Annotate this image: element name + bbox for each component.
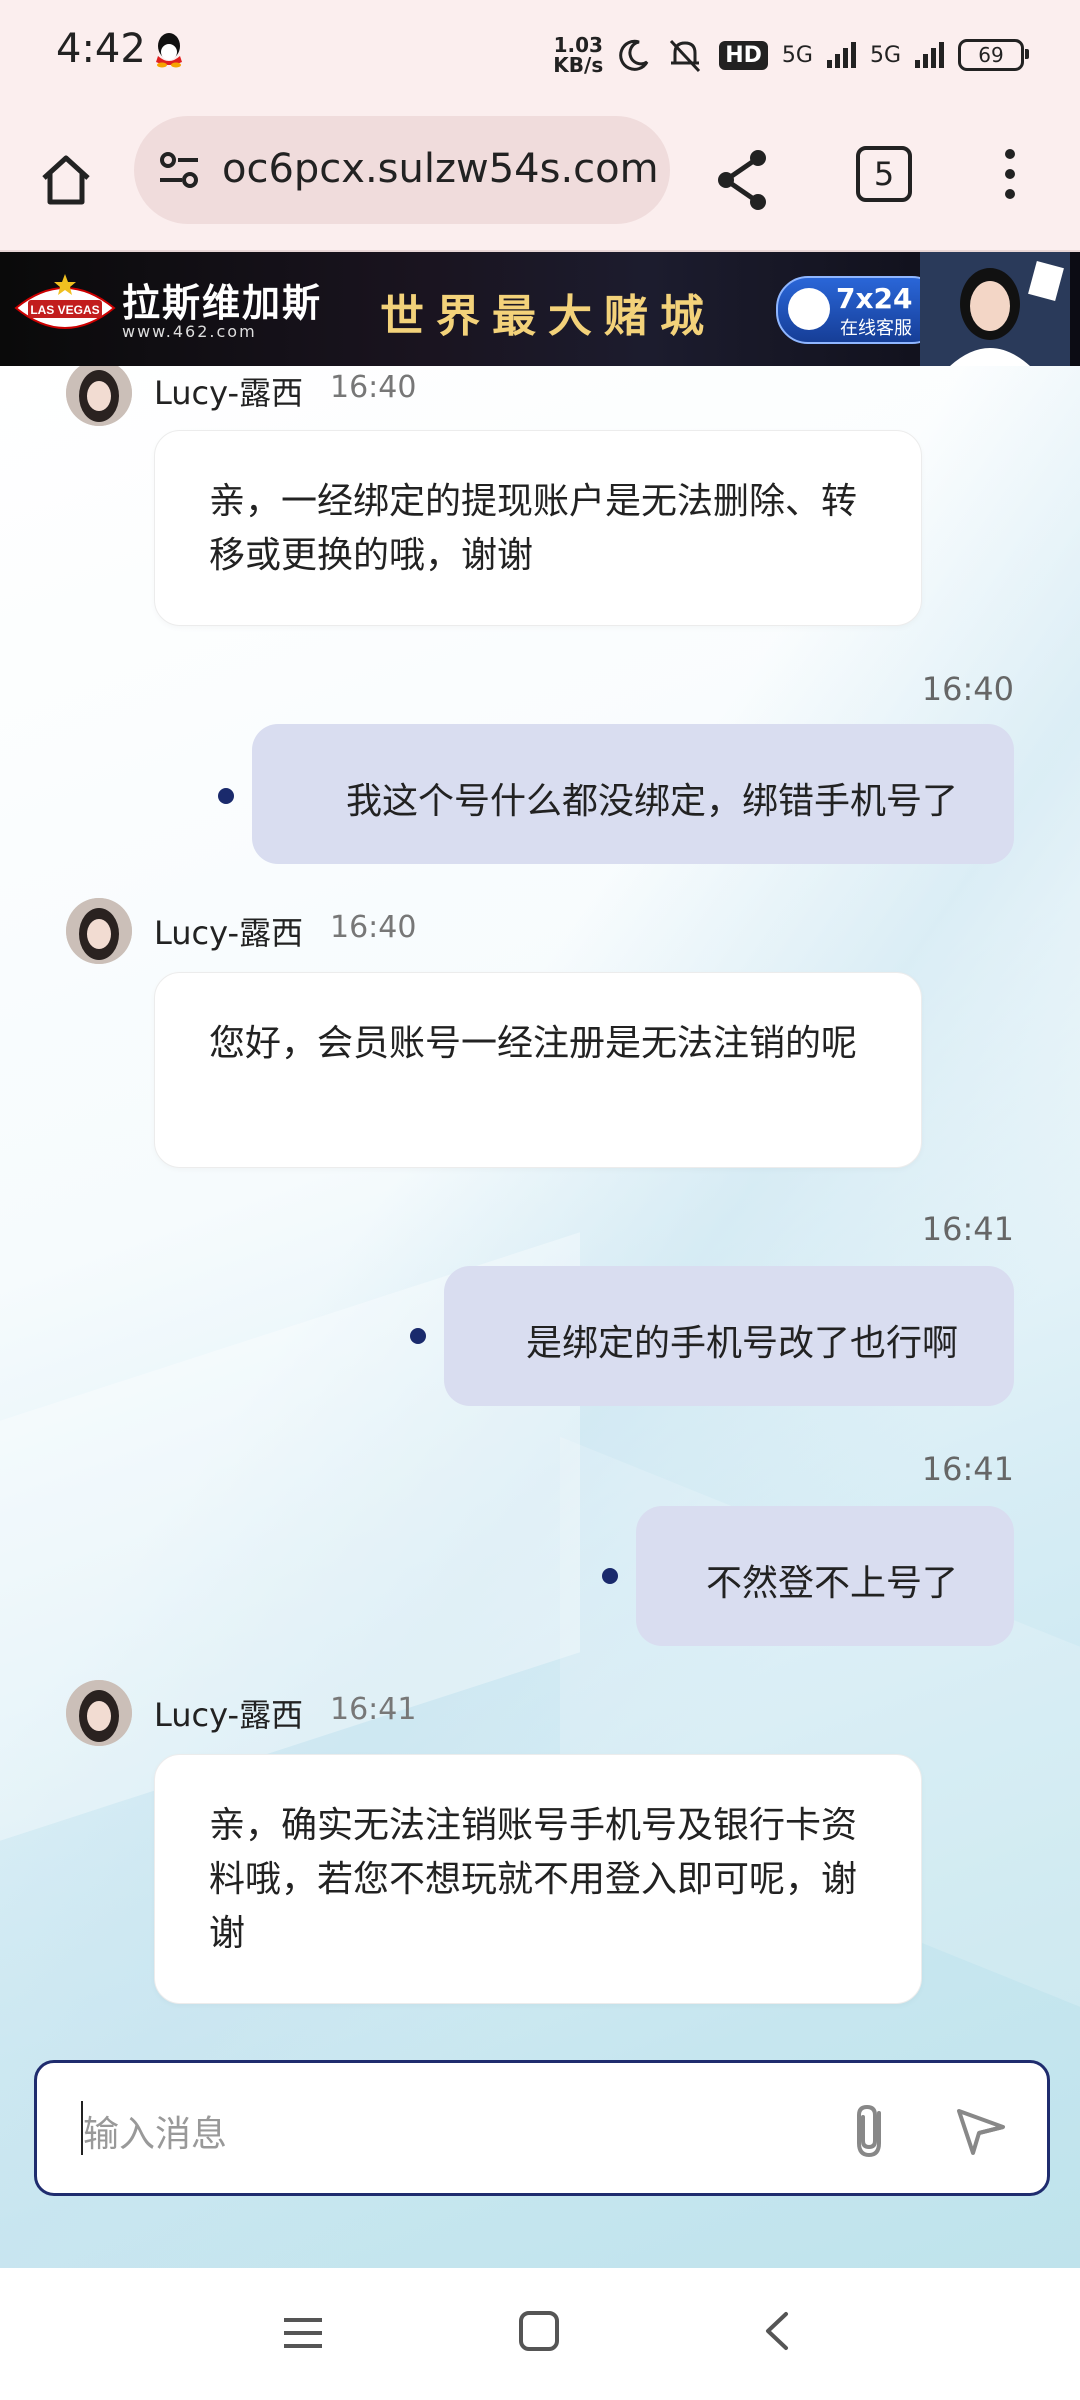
user-message-bubble: 是绑定的手机号改了也行啊 [444,1266,1014,1406]
back-icon[interactable] [756,2310,798,2352]
hd-badge: HD [719,40,768,70]
mute-bell-icon [670,39,701,73]
battery-indicator: 69 [958,39,1029,71]
status-time: 4:42 [56,26,146,72]
agent-name: Lucy-露西 [154,1696,304,1734]
signal-icon-2 [915,42,944,68]
recent-apps-icon[interactable] [282,2312,324,2354]
message-text: 您好，会员账号一经注册是无法注销的呢 [209,1023,858,1064]
message-time: 16:41 [330,1692,417,1727]
message-time: 16:40 [330,370,417,405]
agent-avatar[interactable] [66,1680,132,1746]
banner-site: www.462.com [122,322,257,341]
message-text: 亲，一经绑定的提现账户是无法删除、转移或更换的哦，谢谢 [209,481,858,576]
agent-name: Lucy-露西 [154,914,304,952]
sim1-label: 5G [781,42,813,68]
read-status-dot [410,1328,426,1344]
message-text: 我这个号什么都没绑定，绑错手机号了 [345,781,958,822]
more-options-icon[interactable] [1000,144,1020,204]
system-nav-bar [0,2268,1080,2400]
message-text: 亲，确实无法注销账号手机号及银行卡资料哦，若您不想玩就不用登入即可呢，谢谢 [209,1805,858,1954]
user-message-bubble: 我这个号什么都没绑定，绑错手机号了 [252,724,1014,864]
qq-notification-icon [156,33,182,68]
chat-area[interactable]: Lucy-露西 16:40 亲，一经绑定的提现账户是无法删除、转移或更换的哦，谢… [0,366,1080,2268]
agent-message-bubble: 亲，一经绑定的提现账户是无法删除、转移或更换的哦，谢谢 [154,430,922,626]
agent-avatar[interactable] [66,366,132,426]
attachment-icon[interactable] [845,2099,897,2161]
share-icon[interactable] [712,140,772,220]
message-text: 不然登不上号了 [705,1563,958,1604]
address-bar[interactable]: oc6pcx.sulzw54s.com [134,116,670,224]
online-service-badge: 7x24 在线客服 [776,276,944,344]
agent-avatar[interactable] [66,898,132,964]
headset-icon [788,288,830,330]
agent-message-bubble: 您好，会员账号一经注册是无法注销的呢 [154,972,922,1168]
network-speed: 1.03 KB/s [553,33,604,77]
agent-message-bubble: 亲，确实无法注销账号手机号及银行卡资料哦，若您不想玩就不用登入即可呢，谢谢 [154,1754,922,2004]
status-bar: 4:42 1.03 KB/s HD 5G 5G 69 [0,0,1080,110]
message-composer[interactable]: 输入消息 [34,2060,1050,2196]
site-settings-icon[interactable] [154,144,206,196]
message-text: 是绑定的手机号改了也行啊 [525,1323,958,1364]
url-text: oc6pcx.sulzw54s.com [222,146,659,192]
message-input[interactable]: 输入消息 [83,2105,227,2157]
moon-icon [619,39,649,71]
home-icon[interactable] [36,140,96,220]
signal-icon [826,42,856,68]
banner-brand: 拉斯维加斯 [122,280,323,325]
banner-slogan: 世界最大赌城 [380,291,716,342]
send-icon[interactable] [953,2101,1009,2157]
tab-switcher-button[interactable]: 5 [856,146,912,202]
svg-text:LAS VEGAS: LAS VEGAS [30,303,99,317]
message-time: 16:41 [921,1210,1014,1248]
home-square-icon[interactable] [518,2310,560,2352]
browser-toolbar: oc6pcx.sulzw54s.com 5 [0,110,1080,252]
message-time: 16:41 [921,1450,1014,1488]
user-message-bubble: 不然登不上号了 [636,1506,1014,1646]
message-time: 16:40 [921,670,1014,708]
message-time: 16:40 [330,910,417,945]
agent-name: Lucy-露西 [154,374,304,412]
ad-banner[interactable]: LAS VEGAS 拉斯维加斯 www.462.com 世界最大赌城 7x24 … [0,252,1080,366]
read-status-dot [602,1568,618,1584]
las-vegas-logo: LAS VEGAS [14,274,116,329]
banner-model-image [920,252,1070,366]
read-status-dot [218,788,234,804]
sim2-label: 5G [869,42,901,68]
